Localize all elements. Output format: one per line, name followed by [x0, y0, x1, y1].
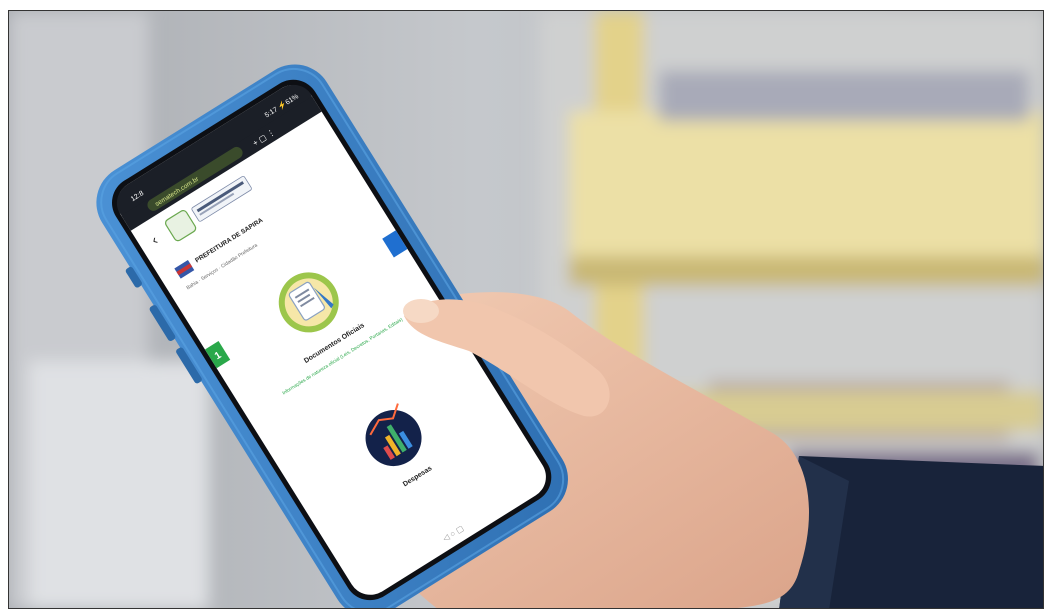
photo-frame: 12:8 5:17 ⚡61% sematech.com.br + ▢ ⋮ ‹ P… — [8, 10, 1044, 609]
scene: 12:8 5:17 ⚡61% sematech.com.br + ▢ ⋮ ‹ P… — [9, 11, 1043, 608]
